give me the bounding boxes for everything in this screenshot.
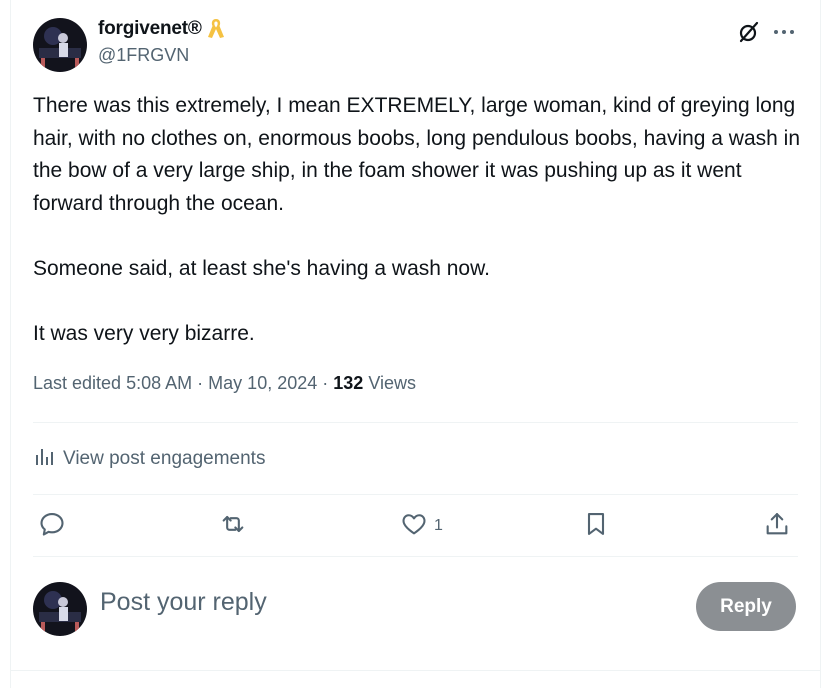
more-options-icon[interactable]: [770, 18, 798, 46]
post-paragraph: Someone said, at least she's having a wa…: [33, 256, 490, 280]
repost-action-button[interactable]: [218, 508, 254, 544]
post-paragraph: There was this extremely, I mean EXTREME…: [33, 94, 801, 215]
analytics-icon: [33, 445, 55, 473]
like-action-button[interactable]: 1: [400, 508, 443, 544]
edited-label[interactable]: Last edited: [33, 373, 121, 393]
share-icon: [763, 510, 791, 543]
post-text: There was this extremely, I mean EXTREME…: [33, 90, 803, 351]
grok-icon[interactable]: [735, 18, 763, 46]
bookmark-action-button[interactable]: [582, 508, 616, 544]
share-action-button[interactable]: [763, 508, 791, 544]
heart-icon: [400, 510, 428, 543]
author-handle[interactable]: @1FRGVN: [98, 45, 189, 66]
like-count: 1: [434, 517, 443, 534]
author-avatar[interactable]: [33, 18, 87, 72]
divider: [33, 422, 798, 423]
reply-button[interactable]: Reply: [696, 582, 796, 631]
meta-separator: ·: [197, 373, 204, 393]
views-label: Views: [368, 373, 417, 393]
divider: [10, 670, 821, 671]
divider: [33, 556, 798, 557]
yellow-ribbon-icon: [206, 17, 226, 41]
view-engagements-link[interactable]: View post engagements: [33, 445, 265, 473]
display-name-text: forgivenet®: [98, 18, 202, 39]
author-display-name[interactable]: forgivenet®: [98, 17, 226, 41]
post-date[interactable]: May 10, 2024: [208, 373, 317, 393]
reply-input[interactable]: Post your reply: [100, 588, 267, 617]
views-count: 132: [333, 373, 364, 393]
current-user-avatar[interactable]: [33, 582, 87, 636]
meta-separator: ·: [322, 373, 329, 393]
divider: [33, 494, 798, 495]
bookmark-icon: [582, 510, 610, 543]
reply-action-button[interactable]: [38, 508, 72, 544]
view-engagements-label: View post engagements: [63, 448, 266, 469]
post-time[interactable]: 5:08 AM: [126, 373, 192, 393]
repost-icon: [218, 510, 248, 543]
reply-icon: [38, 510, 66, 543]
post-metadata: Last edited 5:08 AM · May 10, 2024 · 132…: [33, 373, 416, 394]
post-paragraph: It was very very bizarre.: [33, 322, 255, 346]
